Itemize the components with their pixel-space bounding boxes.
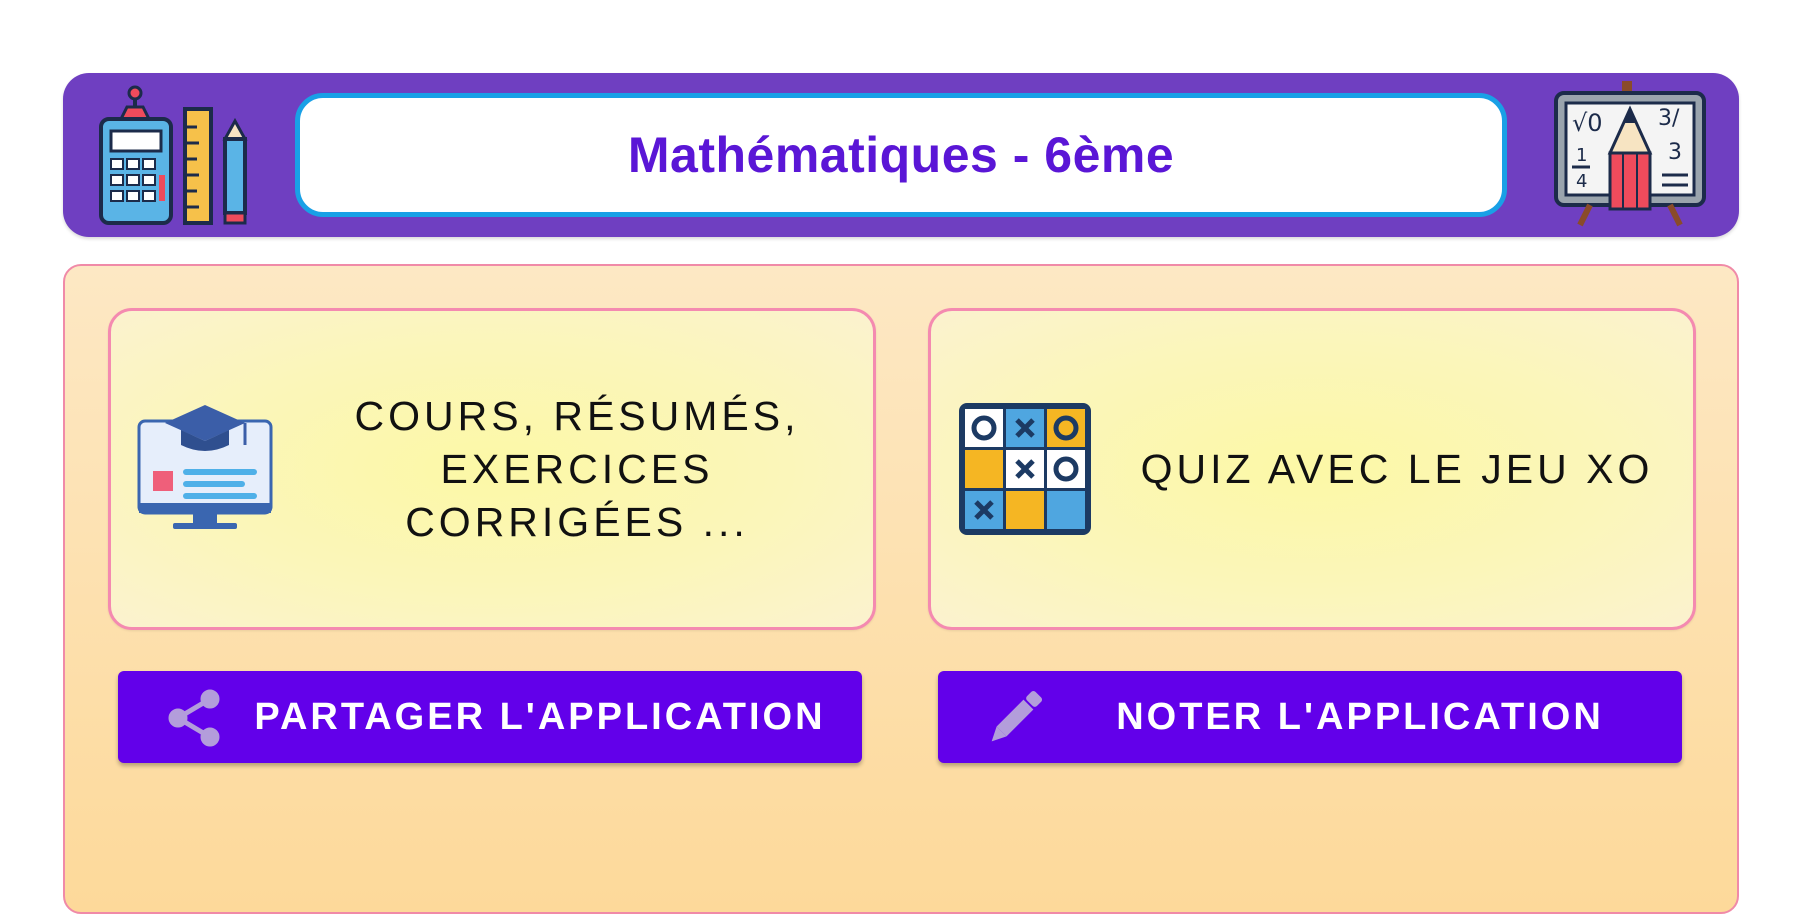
quiz-card-label: QUIZ AVEC LE JEU XO: [1140, 445, 1654, 492]
tic-tac-toe-icon: [955, 399, 1095, 539]
svg-text:1: 1: [1576, 145, 1587, 166]
quiz-card[interactable]: QUIZ AVEC LE JEU XO: [928, 308, 1696, 630]
svg-text:4: 4: [1576, 171, 1587, 192]
calculator-ruler-pencil-icon: [95, 79, 259, 229]
rate-app-label: NOTER L'APPLICATION: [1116, 695, 1604, 738]
courses-card[interactable]: COURS, RÉSUMÉS, EXERCICES CORRIGÉES ...: [108, 308, 876, 630]
title-box: Mathématiques - 6ème: [295, 93, 1507, 217]
svg-text:3: 3: [1668, 140, 1682, 165]
svg-text:√0: √0: [1572, 109, 1603, 137]
share-icon: [164, 687, 226, 749]
rate-app-button[interactable]: NOTER L'APPLICATION: [938, 671, 1682, 763]
share-app-button[interactable]: PARTAGER L'APPLICATION: [118, 671, 862, 763]
graduation-monitor-icon: [135, 399, 275, 539]
page-title: Mathématiques - 6ème: [627, 127, 1175, 183]
math-board-pencil-icon: √0 1 4 3/ 3: [1550, 79, 1710, 229]
main-panel: COURS, RÉSUMÉS, EXERCICES CORRIGÉES ...: [63, 264, 1739, 914]
courses-card-label: COURS, RÉSUMÉS, EXERCICES CORRIGÉES ...: [354, 392, 800, 545]
share-app-label: PARTAGER L'APPLICATION: [254, 695, 826, 738]
pencil-icon: [984, 687, 1046, 749]
svg-text:3/: 3/: [1658, 106, 1680, 131]
app-header: Mathématiques - 6ème √0 1 4 3/ 3: [63, 73, 1739, 237]
